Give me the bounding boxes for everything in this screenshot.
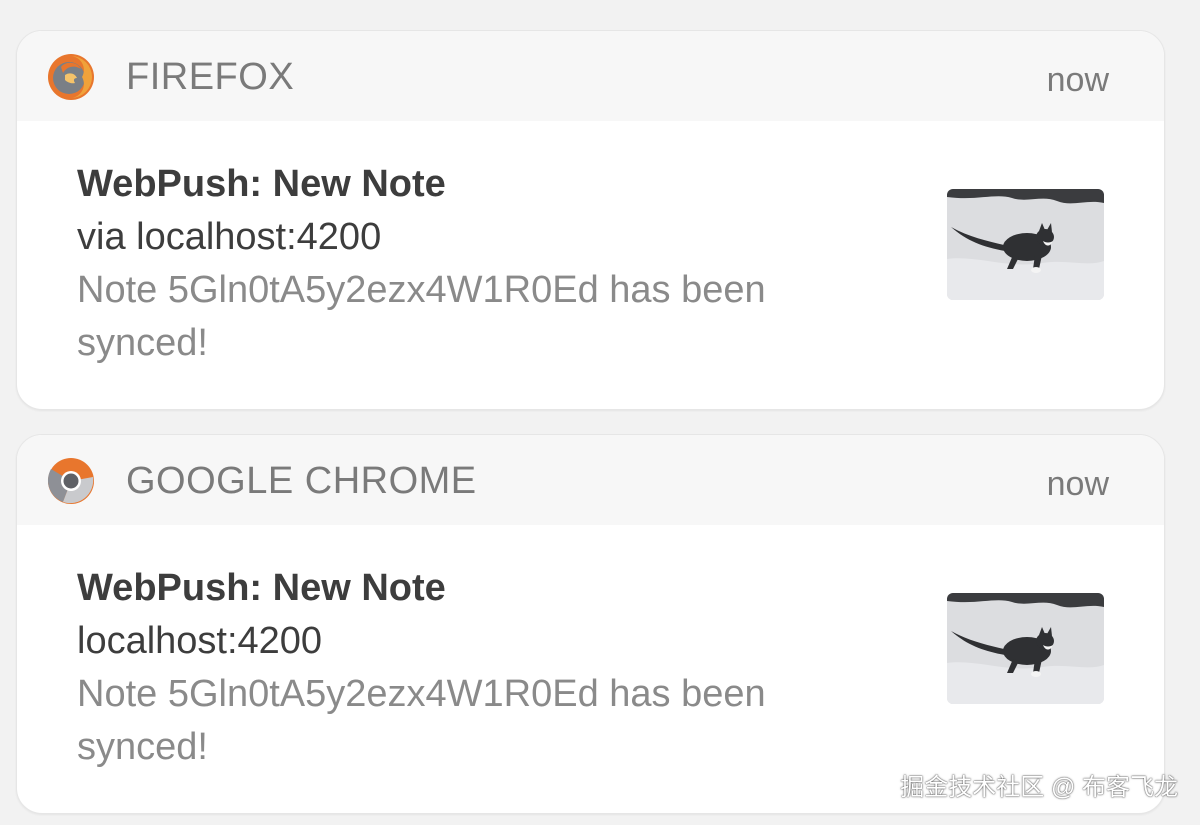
cat-in-snow-thumbnail bbox=[947, 189, 1104, 300]
notification-chrome[interactable]: GOOGLE CHROME now WebPush: New Note loca… bbox=[16, 434, 1165, 814]
notification-header: FIREFOX now bbox=[17, 31, 1164, 121]
cat-in-snow-thumbnail bbox=[947, 593, 1104, 704]
timestamp: now bbox=[1046, 465, 1109, 503]
notification-message: Note 5Gln0tA5y2ezx4W1R0Ed has been synce… bbox=[77, 269, 766, 364]
notification-header: GOOGLE CHROME now bbox=[17, 435, 1164, 525]
firefox-icon bbox=[47, 53, 95, 101]
notification-firefox[interactable]: FIREFOX now WebPush: New Note via localh… bbox=[16, 30, 1165, 410]
timestamp: now bbox=[1046, 61, 1109, 99]
app-name: GOOGLE CHROME bbox=[126, 460, 477, 502]
notification-title: WebPush: New Note bbox=[77, 567, 446, 609]
app-name: FIREFOX bbox=[126, 56, 295, 98]
chrome-icon bbox=[47, 457, 95, 505]
notification-title: WebPush: New Note bbox=[77, 163, 446, 205]
notification-body: WebPush: New Note localhost:4200 Note 5G… bbox=[17, 525, 1164, 813]
notification-body: WebPush: New Note via localhost:4200 Not… bbox=[17, 121, 1164, 409]
notification-subtitle: via localhost:4200 bbox=[77, 216, 382, 258]
notification-message: Note 5Gln0tA5y2ezx4W1R0Ed has been synce… bbox=[77, 673, 766, 768]
notification-subtitle: localhost:4200 bbox=[77, 620, 323, 662]
watermark: 掘金技术社区 @ 布客飞龙 bbox=[900, 774, 1178, 801]
